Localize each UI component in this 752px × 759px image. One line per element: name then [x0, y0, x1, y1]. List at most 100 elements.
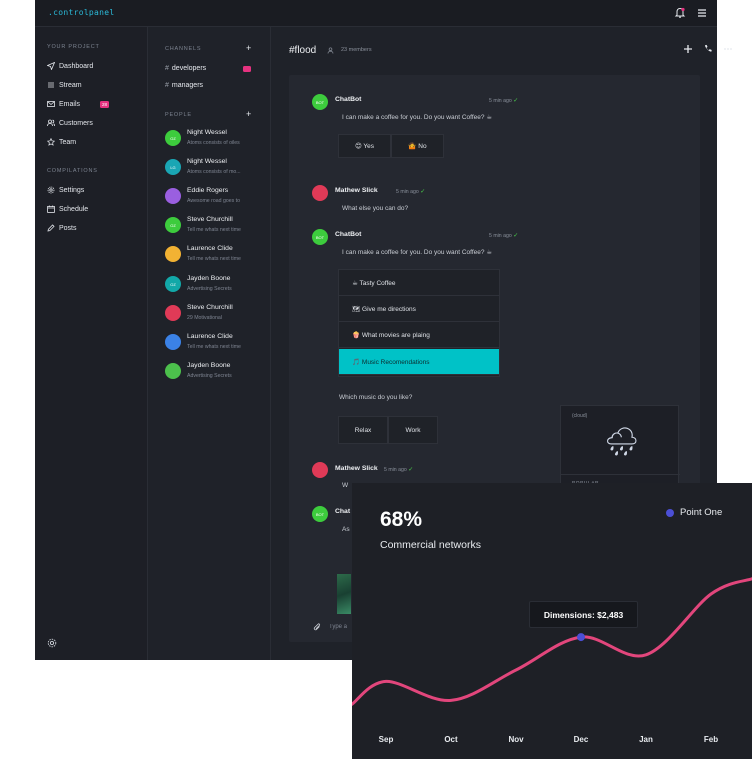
avatar: LG	[165, 159, 181, 175]
brand-logo[interactable]: .controlpanel	[48, 8, 115, 17]
option-tasty-coffee[interactable]: ☕ Tasty Coffee	[339, 270, 499, 296]
add-icon[interactable]	[683, 44, 693, 54]
avatar	[165, 363, 181, 379]
message-text: W	[342, 482, 349, 489]
nav-heading-project: YOUR PROJECT	[47, 44, 100, 50]
menu-icon[interactable]	[696, 7, 708, 19]
check-icon: ✓	[408, 467, 414, 473]
person-status: Tell me whats next time	[187, 344, 241, 350]
image-thumbnail[interactable]	[337, 574, 351, 614]
person-item[interactable]: LG Night Wessel Atoms consists of mo...	[165, 158, 270, 182]
gear-icon	[47, 186, 55, 194]
nav-item-team[interactable]: Team	[47, 136, 76, 148]
time-text: 5 min ago	[489, 233, 512, 239]
members-count: 23 members	[341, 47, 372, 53]
nav-item-label: Customers	[59, 119, 93, 127]
nav-item-label: Settings	[59, 186, 85, 194]
avatar	[165, 188, 181, 204]
message-time: 5 min ago ✓	[384, 466, 413, 473]
settings-gear-icon[interactable]	[47, 638, 57, 648]
reply-buttons: 😊 Yes 🤷 No	[338, 134, 444, 158]
message-time: 5 min ago ✓	[489, 232, 518, 239]
person-name: Laurence Clide	[187, 245, 233, 252]
star-icon	[47, 138, 55, 146]
add-person-button[interactable]: +	[246, 110, 251, 119]
person-item[interactable]: Laurence Clide Tell me whats next time	[165, 245, 270, 269]
nav-item-label: Team	[59, 138, 77, 146]
highlight-point[interactable]	[577, 633, 585, 642]
channel-managers[interactable]: # managers	[165, 82, 203, 89]
option-directions[interactable]: 🗺 Give me directions	[339, 296, 499, 322]
bell-icon[interactable]	[674, 7, 686, 19]
person-name: Steve Churchill	[187, 216, 233, 223]
add-channel-button[interactable]: +	[246, 44, 251, 53]
message-author: Mathew Slick	[335, 187, 378, 194]
reply-yes-button[interactable]: 😊 Yes	[338, 134, 391, 158]
nav-item-label: Emails	[59, 100, 81, 108]
user-avatar	[312, 185, 328, 201]
calendar-icon	[47, 205, 55, 213]
chart-tooltip: Dimensions: $2,483	[529, 601, 638, 628]
person-item[interactable]: Steve Churchill 29 Motivational	[165, 304, 270, 328]
user-icon	[327, 47, 334, 54]
person-item[interactable]: OZ Steve Churchill Tell me whats next time	[165, 216, 270, 240]
person-name: Night Wessel	[187, 158, 227, 165]
kpi-value: 68%	[380, 508, 423, 531]
avatar: OZ	[165, 276, 181, 292]
message-author: ChatBot	[335, 96, 362, 103]
person-status: Advertising Secrets	[187, 373, 232, 379]
check-icon: ✓	[513, 233, 519, 239]
nav-item-emails[interactable]: Emails 28	[47, 98, 110, 110]
emails-count-badge: 28	[100, 100, 110, 108]
bot-avatar: BOT	[312, 94, 328, 110]
person-item[interactable]: Jayden Boone Advertising Secrets	[165, 362, 270, 386]
nav-item-posts[interactable]: Posts	[47, 222, 77, 234]
users-icon	[47, 119, 55, 127]
person-name: Steve Churchill	[187, 304, 233, 311]
person-status: Atoms consists of mo...	[187, 169, 241, 175]
legend-marker	[666, 509, 674, 517]
person-item[interactable]: Laurence Clide Tell me whats next time	[165, 333, 270, 357]
nav-item-label: Dashboard	[59, 62, 94, 70]
reply-no-button[interactable]: 🤷 No	[391, 134, 444, 158]
relax-button[interactable]: Relax	[338, 416, 388, 444]
music-buttons: Relax Work	[338, 416, 438, 444]
nav-item-customers[interactable]: Customers	[47, 117, 93, 129]
nav-item-schedule[interactable]: Schedule	[47, 203, 88, 215]
channel-name: developers	[171, 65, 207, 72]
stream-icon	[48, 82, 54, 88]
person-item[interactable]: OZ Night Wessel Atoms consists of oiles	[165, 129, 270, 153]
message-text: What else you can do?	[342, 205, 409, 212]
check-icon: ✓	[513, 98, 519, 104]
top-bar: .controlpanel	[35, 0, 717, 27]
person-item[interactable]: Eddie Rogers Awesome road goes to	[165, 187, 270, 211]
person-name: Jayden Boone	[187, 362, 231, 369]
nav-item-stream[interactable]: Stream	[47, 79, 82, 91]
phone-icon[interactable]	[703, 44, 713, 54]
option-movies[interactable]: 🍿 What movies are plaing	[339, 322, 499, 348]
channels-heading: CHANNELS	[165, 46, 202, 52]
nav-item-settings[interactable]: Settings	[47, 184, 84, 196]
avatar: OZ	[165, 217, 181, 233]
channel-hash: #	[165, 82, 169, 89]
message-text: As	[342, 526, 350, 533]
x-tick-label: Oct	[444, 735, 458, 744]
message-author: Mathew Slick	[335, 465, 378, 472]
option-music[interactable]: 🎵 Music Recomendations	[339, 349, 499, 375]
channel-unread-badge	[243, 66, 251, 72]
channels-column: CHANNELS + # developers # managers PEOPLE …	[148, 27, 271, 660]
avatar	[165, 334, 181, 350]
attachment-icon[interactable]	[313, 623, 322, 632]
channel-developers[interactable]: # developers	[165, 65, 206, 72]
person-name: Jayden Boone	[187, 275, 231, 282]
person-status: Tell me whats next time	[187, 227, 241, 233]
message-time: 5 min ago ✓	[396, 188, 425, 195]
person-item[interactable]: OZ Jayden Boone Advertising Secrets	[165, 275, 270, 299]
x-tick-label: Jan	[639, 735, 653, 744]
sidebar-nav: YOUR PROJECT Dashboard Stream Emails 28 …	[35, 27, 148, 660]
more-icon[interactable]	[723, 44, 733, 54]
work-button[interactable]: Work	[388, 416, 438, 444]
person-status: Atoms consists of oiles	[187, 140, 240, 146]
message-text: I can make a coffee for you. Do you want…	[342, 114, 493, 121]
nav-item-dashboard[interactable]: Dashboard	[47, 60, 93, 72]
